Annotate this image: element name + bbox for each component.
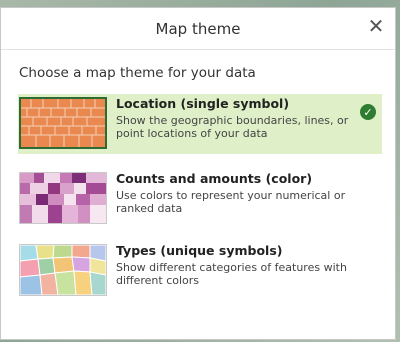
option-counts-and-amounts[interactable]: Counts and amounts (color) Use colors to… (18, 169, 382, 229)
dialog-header: Map theme ✕ (1, 8, 395, 50)
option-description: Use colors to represent your numerical o… (116, 189, 346, 215)
checkmark-circle-icon: ✓ (360, 104, 376, 120)
location-thumbnail (19, 97, 107, 149)
option-types[interactable]: Types (unique symbols) Show different ca… (18, 241, 382, 301)
option-title: Location (single symbol) (116, 96, 290, 111)
counts-thumbnail (19, 172, 107, 224)
close-icon[interactable]: ✕ (367, 16, 385, 36)
counts-map-preview (20, 173, 106, 223)
map-theme-dialog: Map theme ✕ Choose a map theme for your … (0, 7, 396, 340)
dialog-title: Map theme (155, 19, 241, 38)
types-thumbnail (19, 244, 107, 296)
option-text: Location (single symbol) Show the geogra… (116, 94, 366, 140)
location-map-preview (21, 99, 105, 147)
option-text: Counts and amounts (color) Use colors to… (116, 169, 366, 215)
option-title: Counts and amounts (color) (116, 171, 313, 186)
option-description: Show the geographic boundaries, lines, o… (116, 114, 349, 140)
dialog-prompt: Choose a map theme for your data (19, 65, 256, 81)
option-description: Show different categories of features wi… (116, 261, 347, 287)
option-text: Types (unique symbols) Show different ca… (116, 241, 366, 287)
types-map-preview (20, 245, 106, 295)
option-location[interactable]: Location (single symbol) Show the geogra… (18, 94, 382, 154)
option-title: Types (unique symbols) (116, 243, 283, 258)
